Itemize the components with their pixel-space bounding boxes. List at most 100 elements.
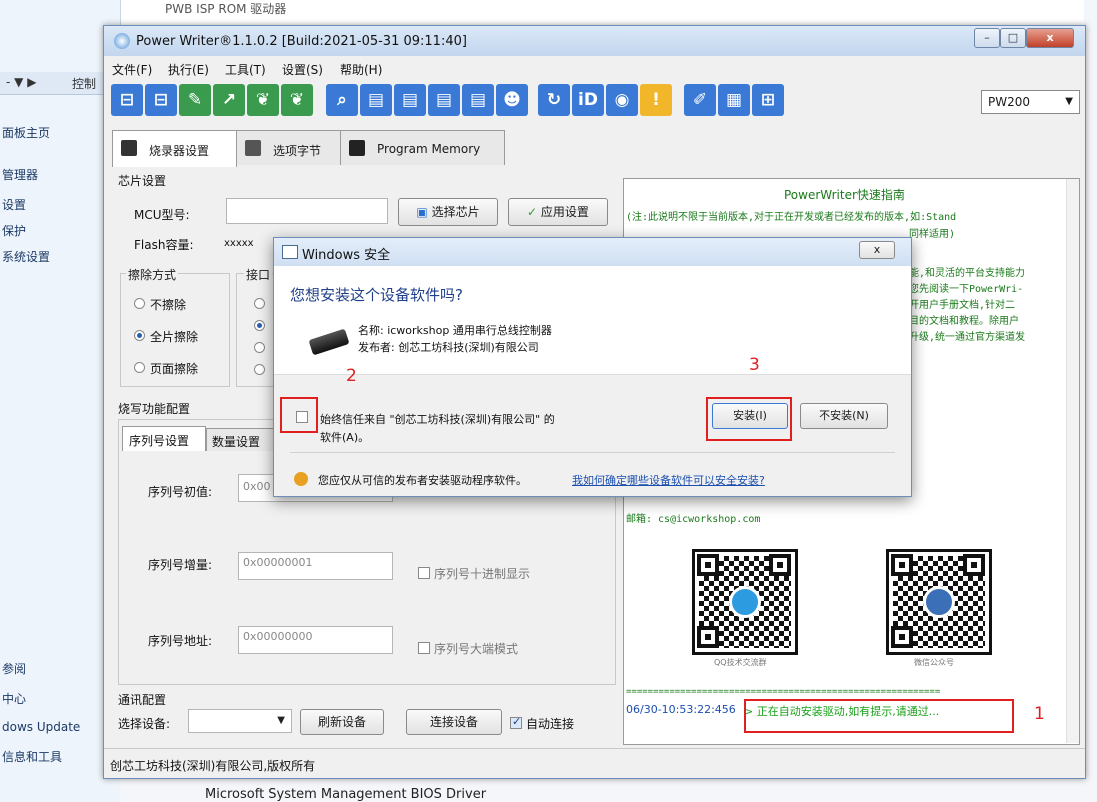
guide-scrollbar[interactable] bbox=[1066, 179, 1079, 743]
guide-line-right-3: 开用户手册文档,针对二 bbox=[909, 300, 1016, 311]
check-icon: ✓ bbox=[527, 205, 541, 219]
verify-chip-icon[interactable]: ▤ bbox=[428, 84, 460, 116]
select-chip-button[interactable]: ▣ 选择芯片 bbox=[398, 198, 498, 226]
side-link-see-also: 参阅 bbox=[2, 662, 27, 676]
publisher-line: 发布者: 创芯工坊科技(深圳)有限公司 bbox=[358, 341, 539, 354]
dialog-title-bar[interactable]: Windows 安全 x bbox=[274, 238, 911, 266]
no-erase-label: 不擦除 bbox=[150, 298, 187, 312]
radio-interface-4[interactable] bbox=[254, 364, 265, 375]
qr-corner bbox=[891, 554, 913, 576]
maximize-button[interactable]: □ bbox=[1000, 28, 1026, 48]
big-endian-label: 序列号大端模式 bbox=[434, 642, 519, 656]
comm-group-title: 通讯配置 bbox=[118, 693, 167, 707]
load-firmware-icon[interactable]: ❦ bbox=[247, 84, 279, 116]
read-chip-icon[interactable]: ▤ bbox=[360, 84, 392, 116]
side-link-center[interactable]: 中心 bbox=[2, 690, 26, 707]
interface-group-title: 接口 bbox=[244, 266, 273, 283]
guide-dash-line: ========================================… bbox=[626, 687, 941, 697]
device-dropdown[interactable]: ▼ bbox=[188, 709, 292, 733]
options-icon bbox=[245, 140, 261, 156]
tab-label: 烧录器设置 bbox=[149, 144, 210, 158]
radio-no-erase[interactable] bbox=[134, 298, 145, 309]
qq-group-qr-code bbox=[692, 549, 798, 655]
burn-group-title: 烧写功能配置 bbox=[118, 402, 191, 416]
side-link-protect[interactable]: 保护 bbox=[2, 222, 26, 239]
log-timestamp: 06/30-10:53:22:456 bbox=[626, 703, 736, 716]
picture-icon[interactable]: ▦ bbox=[718, 84, 750, 116]
title-bar[interactable]: Power Writer®1.1.0.2 [Build:2021-05-31 0… bbox=[104, 26, 1085, 56]
search-icon[interactable]: ⌕ bbox=[326, 84, 358, 116]
export-icon[interactable]: ↗ bbox=[213, 84, 245, 116]
close-button[interactable]: x bbox=[1026, 28, 1074, 48]
import-icon[interactable]: ✎ bbox=[179, 84, 211, 116]
page-erase-label: 页面擦除 bbox=[150, 362, 199, 376]
menu-tools[interactable]: 工具(T) bbox=[225, 61, 266, 78]
dialog-close-button[interactable]: x bbox=[859, 241, 895, 259]
decimal-display-checkbox[interactable] bbox=[418, 567, 430, 579]
id-icon[interactable]: iD bbox=[572, 84, 604, 116]
side-link-system[interactable]: 系统设置 bbox=[2, 248, 50, 265]
side-link-windows-update[interactable]: dows Update bbox=[2, 720, 80, 734]
tab-serial-settings[interactable]: 序列号设置 bbox=[122, 426, 206, 451]
window-icon bbox=[282, 245, 298, 259]
side-link-info-tools[interactable]: 信息和工具 bbox=[2, 748, 62, 765]
full-erase-label: 全片擦除 bbox=[150, 330, 199, 344]
menu-file[interactable]: 文件(F) bbox=[112, 61, 152, 78]
mcu-input[interactable] bbox=[226, 198, 388, 224]
address-text: 控制 bbox=[72, 77, 97, 91]
serial-addr-input[interactable]: 0x00000000 bbox=[238, 626, 393, 654]
dont-install-button[interactable]: 不安装(N) bbox=[800, 403, 888, 429]
warning-icon[interactable]: ! bbox=[640, 84, 672, 116]
radio-interface-3[interactable] bbox=[254, 342, 265, 353]
wechat-qr-code bbox=[886, 549, 992, 655]
connect-device-button[interactable]: 连接设备 bbox=[406, 709, 502, 735]
tab-quantity-settings[interactable]: 数量设置 bbox=[206, 428, 278, 451]
radio-page-erase[interactable] bbox=[134, 362, 145, 373]
side-link-manager[interactable]: 管理器 bbox=[2, 166, 38, 183]
grid-icon[interactable]: ⊞ bbox=[752, 84, 784, 116]
tab-program-memory[interactable]: Program Memory bbox=[340, 130, 505, 165]
open-project-icon[interactable]: ⊟ bbox=[111, 84, 143, 116]
robot-icon[interactable]: ☻ bbox=[496, 84, 528, 116]
stop-icon[interactable]: ◉ bbox=[606, 84, 638, 116]
tab-option-bytes[interactable]: 选项字节 bbox=[236, 130, 341, 165]
serial-inc-label: 序列号增量: bbox=[148, 558, 213, 572]
decimal-display-label: 序列号十进制显示 bbox=[434, 567, 531, 581]
background-address-bar: - ▼ ▶ 控制 bbox=[0, 72, 120, 95]
refresh-icon[interactable]: ↻ bbox=[538, 84, 570, 116]
radio-interface-2[interactable] bbox=[254, 320, 265, 331]
minimize-button[interactable]: – bbox=[974, 28, 1000, 48]
qr-corner bbox=[963, 554, 985, 576]
tab-label: 选项字节 bbox=[273, 144, 322, 158]
menu-help[interactable]: 帮助(H) bbox=[340, 61, 382, 78]
radio-full-erase[interactable] bbox=[134, 330, 145, 341]
big-endian-checkbox[interactable] bbox=[418, 642, 430, 654]
auto-connect-checkbox[interactable] bbox=[510, 715, 522, 729]
apply-settings-button[interactable]: ✓ 应用设置 bbox=[508, 198, 608, 226]
pen-icon[interactable]: ✐ bbox=[684, 84, 716, 116]
tab-burner-settings[interactable]: 烧录器设置 bbox=[112, 130, 237, 167]
device-model-select[interactable]: PW200 ▼ bbox=[981, 90, 1080, 114]
device-model-value: PW200 bbox=[988, 95, 1031, 109]
side-link-home[interactable]: 面板主页 bbox=[2, 124, 50, 141]
dialog-divider bbox=[290, 452, 895, 453]
radio-interface-1[interactable] bbox=[254, 298, 265, 309]
serial-inc-input[interactable]: 0x00000001 bbox=[238, 552, 393, 580]
guide-note-line: (注:此说明不限于当前版本,对于正在开发或者已经发布的版本,如:Stand bbox=[626, 212, 957, 223]
write-chip-icon[interactable]: ▤ bbox=[394, 84, 426, 116]
flash-value: xxxxx bbox=[224, 238, 254, 249]
side-link-settings[interactable]: 设置 bbox=[2, 196, 26, 213]
serial-init-label: 序列号初值: bbox=[148, 485, 213, 499]
windows-security-dialog: Windows 安全 x 您想安装这个设备软件吗? 名称: icworkshop… bbox=[273, 237, 912, 497]
save-project-icon[interactable]: ⊟ bbox=[145, 84, 177, 116]
safe-install-help-link[interactable]: 我如何确定哪些设备软件可以安全安装? bbox=[572, 472, 765, 488]
serial-addr-label: 序列号地址: bbox=[148, 634, 213, 648]
toolbar: ⊟ ⊟ ✎ ↗ ❦ ❦ ⌕ ▤ ▤ ▤ ▤ ☻ ↻ iD ◉ ! ✐ ▦ ⊞ P… bbox=[104, 80, 1085, 124]
qr-corner bbox=[891, 626, 913, 648]
erase-chip-icon[interactable]: ▤ bbox=[462, 84, 494, 116]
menu-execute[interactable]: 执行(E) bbox=[168, 61, 209, 78]
annotation-box-2 bbox=[280, 397, 318, 433]
menu-settings[interactable]: 设置(S) bbox=[282, 61, 323, 78]
save-firmware-icon[interactable]: ❦ bbox=[281, 84, 313, 116]
refresh-device-button[interactable]: 刷新设备 bbox=[300, 709, 384, 735]
